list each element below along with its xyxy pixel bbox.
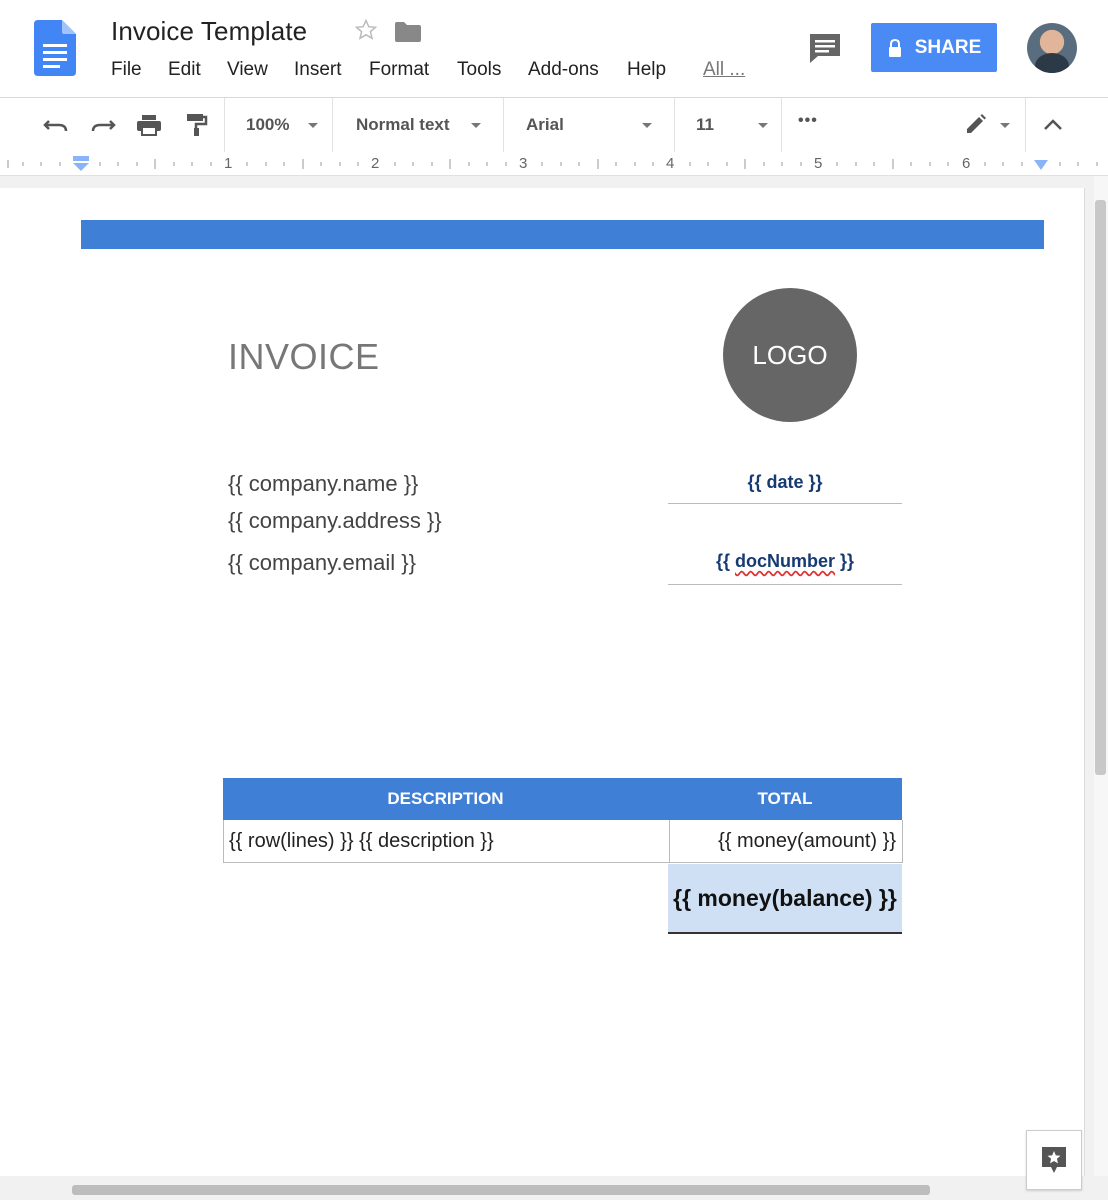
lock-icon (888, 38, 901, 57)
ruler-number: 2 (371, 155, 380, 172)
share-button[interactable]: SHARE (871, 23, 997, 72)
doc-number-underline (668, 584, 902, 585)
ruler-number: 5 (814, 155, 823, 172)
left-indent-marker-icon[interactable] (72, 156, 90, 172)
right-indent-marker-icon[interactable] (1034, 160, 1048, 170)
font-size-select[interactable]: 11 (696, 115, 714, 135)
row-description-cell[interactable]: {{ row(lines) }} {{ description }} (229, 820, 494, 862)
balance-cell[interactable]: {{ money(balance) }} (668, 864, 902, 934)
collapse-chevron-icon[interactable] (1040, 113, 1066, 137)
logo-label: LOGO (752, 339, 828, 370)
explore-button[interactable] (1026, 1130, 1082, 1190)
explore-icon (1042, 1147, 1066, 1173)
ruler-ticks (7, 159, 1098, 169)
font-caret-icon[interactable] (642, 123, 652, 128)
google-docs-window: Invoice Template File Edit View Insert F… (0, 0, 1108, 1200)
company-name-field[interactable]: {{ company.name }} (228, 471, 418, 497)
redo-icon[interactable] (90, 113, 116, 137)
undo-icon[interactable] (43, 113, 69, 137)
share-label: SHARE (914, 36, 982, 58)
docs-header: Invoice Template File Edit View Insert F… (0, 0, 1108, 98)
vertical-scrollbar-thumb[interactable] (1095, 200, 1106, 775)
date-field[interactable]: {{ date }} (668, 472, 902, 493)
menu-edit[interactable]: Edit (168, 59, 201, 81)
menu-addons[interactable]: Add-ons (528, 59, 599, 81)
table-header-total[interactable]: TOTAL (668, 778, 902, 820)
toolbar-separator (781, 98, 782, 152)
header-color-bar (81, 220, 1044, 249)
company-address-field[interactable]: {{ company.address }} (228, 508, 442, 534)
ruler-number: 4 (666, 155, 675, 172)
print-icon[interactable] (136, 113, 162, 137)
menu-view[interactable]: View (227, 59, 268, 81)
toolbar-separator (503, 98, 504, 152)
document-page[interactable]: INVOICE LOGO {{ company.name }} {{ compa… (0, 188, 1085, 1178)
ruler[interactable]: 1 2 3 4 5 6 (0, 152, 1108, 176)
menu-format[interactable]: Format (369, 59, 429, 81)
menu-all-changes[interactable]: All ... (703, 59, 745, 81)
menu-file[interactable]: File (111, 59, 142, 81)
user-avatar[interactable] (1027, 23, 1077, 73)
doc-number-suffix: }} (835, 551, 855, 571)
doc-number-field[interactable]: {{ docNumber }} (668, 551, 902, 572)
table-header-row: DESCRIPTION TOTAL (223, 778, 902, 820)
menu-insert[interactable]: Insert (294, 59, 342, 81)
toolbar-separator (224, 98, 225, 152)
docs-logo-icon[interactable] (34, 20, 76, 76)
table-row: {{ row(lines) }} {{ description }} {{ mo… (223, 820, 903, 863)
ruler-number: 1 (224, 155, 233, 172)
style-select[interactable]: Normal text (356, 115, 450, 135)
editing-mode-caret-icon[interactable] (1000, 123, 1010, 128)
document-canvas: INVOICE LOGO {{ company.name }} {{ compa… (0, 176, 1108, 1200)
zoom-caret-icon[interactable] (308, 123, 318, 128)
table-column-divider (669, 820, 670, 862)
formatting-toolbar: 100% Normal text Arial 11 ••• (0, 98, 1108, 152)
doc-number-word: docNumber (734, 551, 835, 571)
zoom-select[interactable]: 100% (246, 115, 289, 135)
ruler-number: 3 (519, 155, 528, 172)
document-title[interactable]: Invoice Template (111, 16, 307, 47)
star-icon[interactable] (354, 18, 378, 42)
date-underline (668, 503, 902, 504)
balance-value: {{ money(balance) }} (673, 884, 897, 911)
logo-placeholder[interactable]: LOGO (723, 288, 857, 422)
font-size-caret-icon[interactable] (758, 123, 768, 128)
horizontal-scrollbar-thumb[interactable] (72, 1185, 930, 1195)
font-select[interactable]: Arial (526, 115, 564, 135)
menu-help[interactable]: Help (627, 59, 666, 81)
toolbar-separator (332, 98, 333, 152)
comment-icon[interactable] (808, 32, 842, 64)
company-email-field[interactable]: {{ company.email }} (228, 550, 416, 576)
paint-format-icon[interactable] (184, 113, 210, 137)
editing-mode-pencil-icon[interactable] (964, 113, 990, 137)
table-header-description[interactable]: DESCRIPTION (223, 778, 668, 820)
row-amount-cell[interactable]: {{ money(amount) }} (718, 820, 896, 862)
folder-icon[interactable] (395, 22, 421, 42)
ruler-number: 6 (962, 155, 971, 172)
more-options-icon[interactable]: ••• (798, 112, 818, 130)
invoice-heading[interactable]: INVOICE (228, 336, 380, 378)
style-caret-icon[interactable] (471, 123, 481, 128)
toolbar-separator (674, 98, 675, 152)
menu-tools[interactable]: Tools (457, 59, 501, 81)
doc-number-prefix: {{ (715, 551, 735, 571)
toolbar-separator (1025, 98, 1026, 152)
